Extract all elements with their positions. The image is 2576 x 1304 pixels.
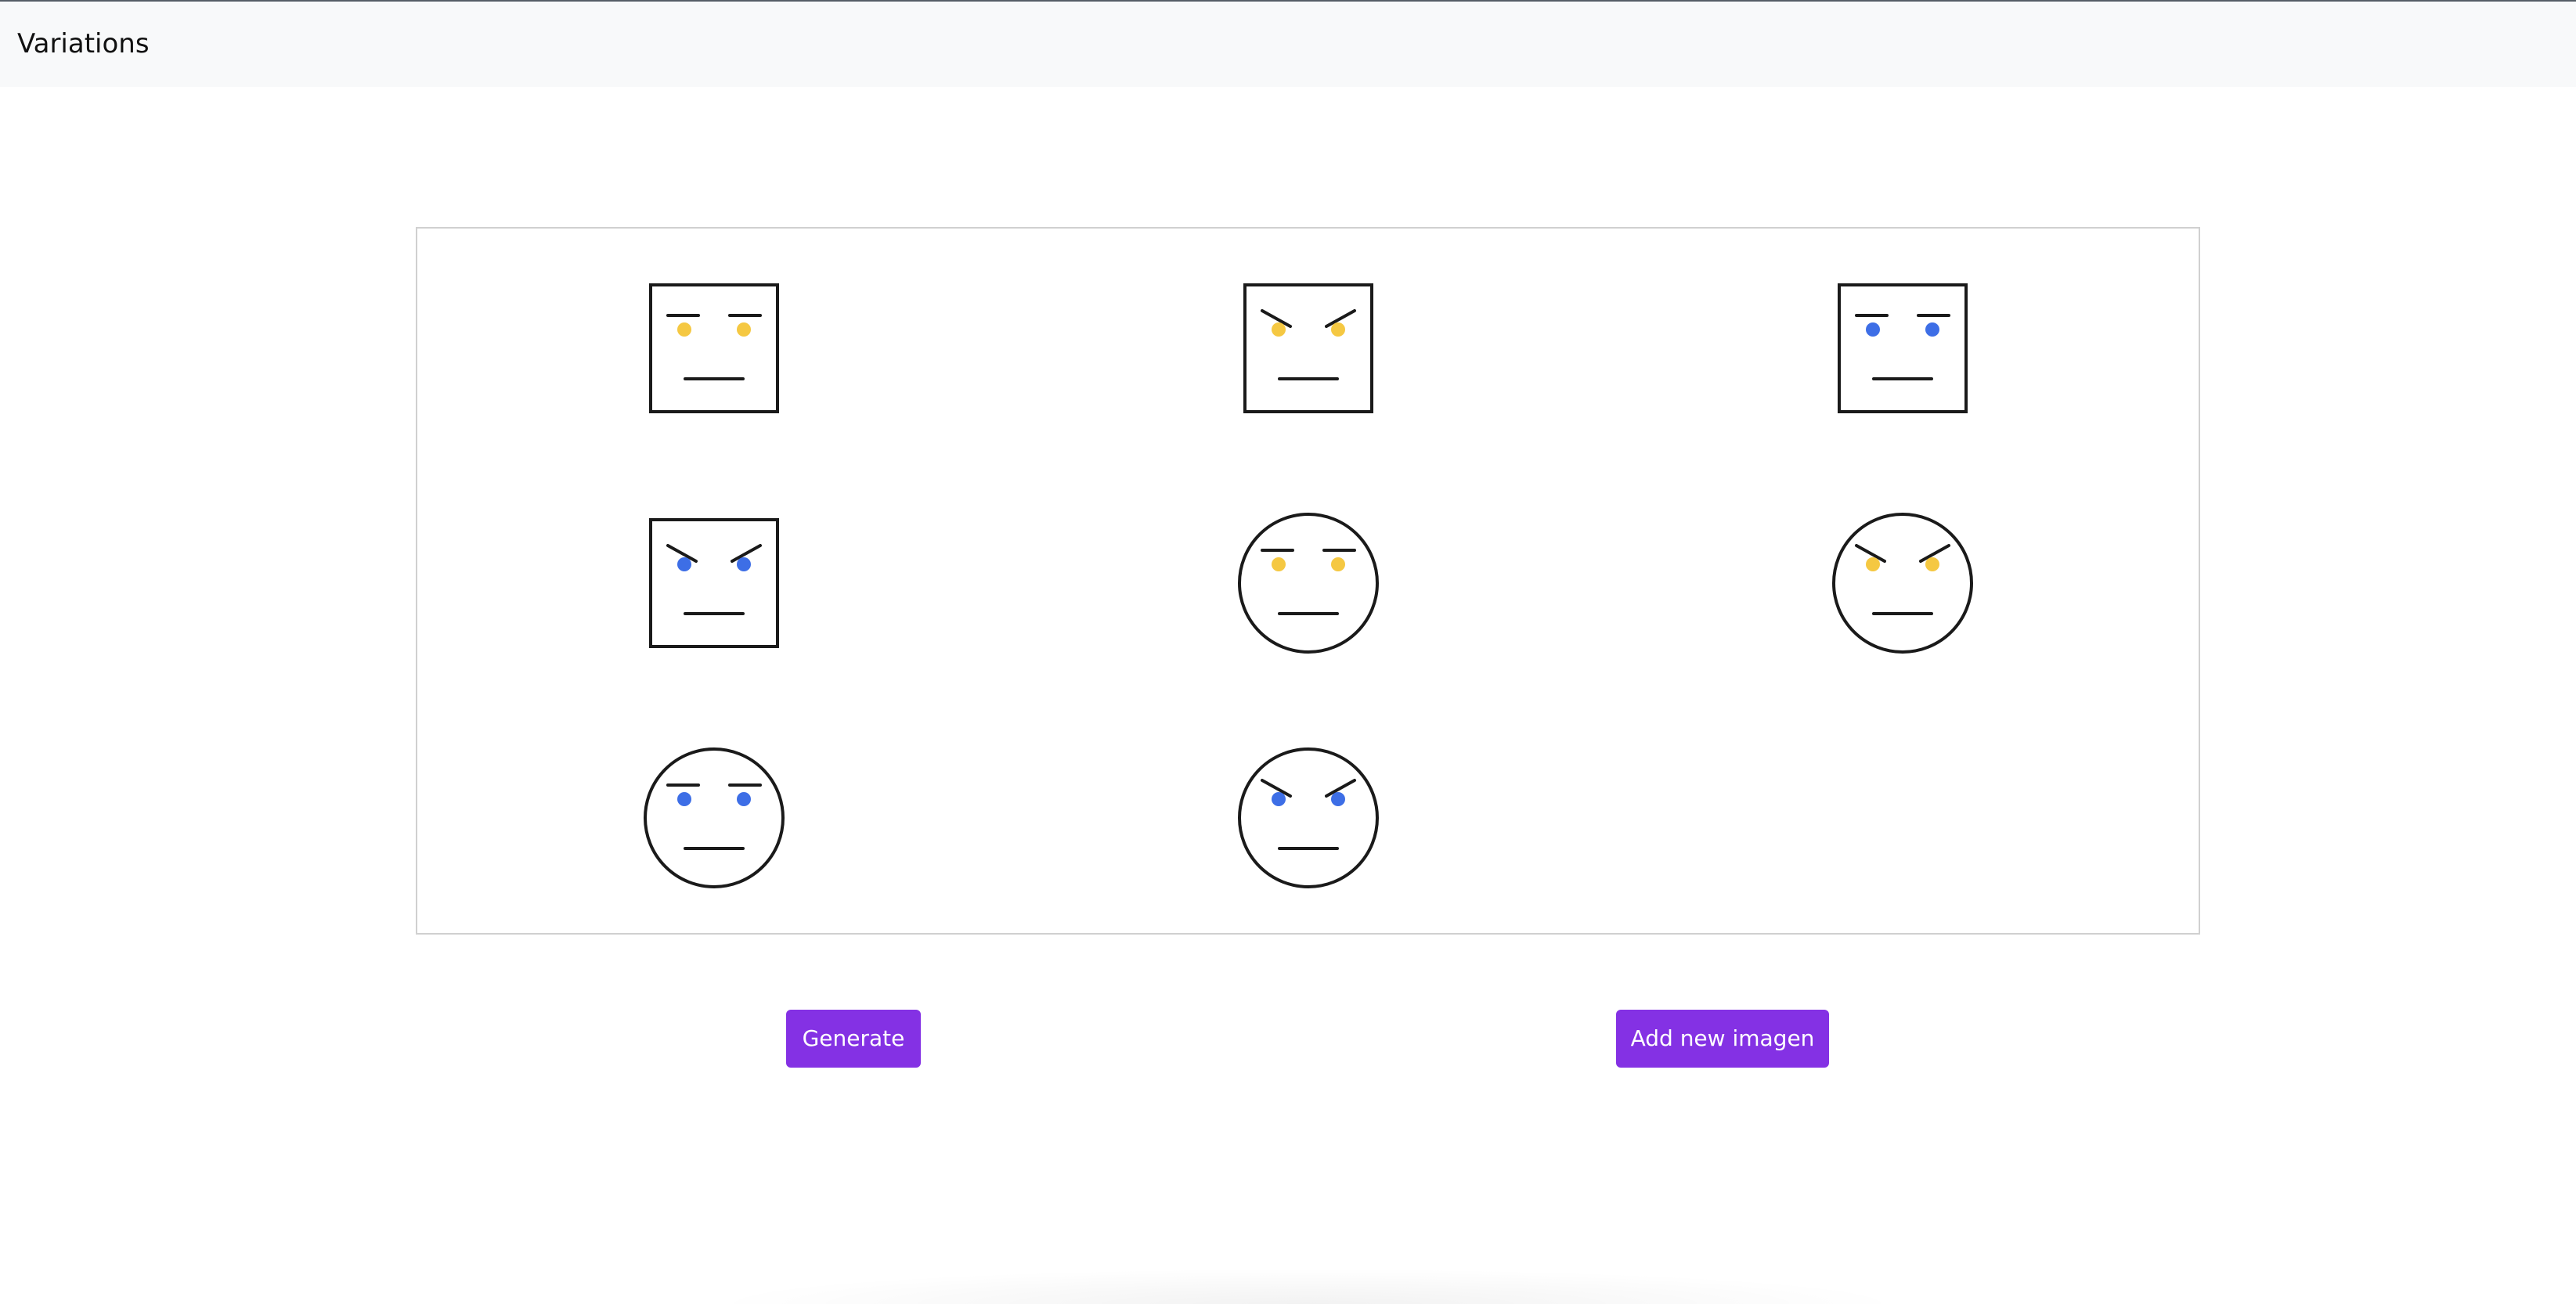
face-square-neutral-graphic [1838,283,1968,413]
bottom-shadow [705,1268,1910,1304]
right-eye [1925,557,1939,571]
face-outline-square [649,283,779,413]
face-square-angry-graphic [649,518,779,648]
face-variation-5[interactable] [1238,513,1379,654]
face-outline-square [1243,283,1373,413]
face-square-angry-graphic [1243,283,1373,413]
face-square-neutral-graphic [649,283,779,413]
face-outline-circle [1832,513,1973,654]
face-variation-2[interactable] [1238,278,1379,419]
left-eye [1272,557,1286,571]
face-outline-square [649,518,779,648]
face-variation-4[interactable] [644,513,785,654]
add-new-image-button[interactable]: Add new imagen [1616,1010,1829,1068]
face-circle-angry-graphic [1832,513,1973,654]
right-eye [1331,792,1345,806]
top-navbar: Variations [0,0,2576,87]
face-circle-angry-graphic [1238,747,1379,888]
page-title: Variations [17,28,150,59]
right-eye [1331,557,1345,571]
left-eye [677,792,691,806]
face-outline-circle [1238,747,1379,888]
face-circle-neutral-graphic [644,747,785,888]
face-variation-3[interactable] [1832,278,1973,419]
left-eye [677,557,691,571]
right-eye [1925,322,1939,337]
face-variation-8[interactable] [1238,747,1379,888]
face-outline-circle [1238,513,1379,654]
face-outline-square [1838,283,1968,413]
face-variation-1[interactable] [644,278,785,419]
left-eye [1866,322,1880,337]
left-eye [1272,322,1286,337]
right-eye [737,322,751,337]
generate-button[interactable]: Generate [786,1010,921,1068]
face-variation-6[interactable] [1832,513,1973,654]
right-eye [1331,322,1345,337]
left-eye [1272,792,1286,806]
variations-grid [416,227,2200,935]
face-circle-neutral-graphic [1238,513,1379,654]
right-eye [737,792,751,806]
right-eye [737,557,751,571]
left-eye [677,322,691,337]
face-outline-circle [644,747,785,888]
left-eye [1866,557,1880,571]
face-variation-7[interactable] [644,747,785,888]
